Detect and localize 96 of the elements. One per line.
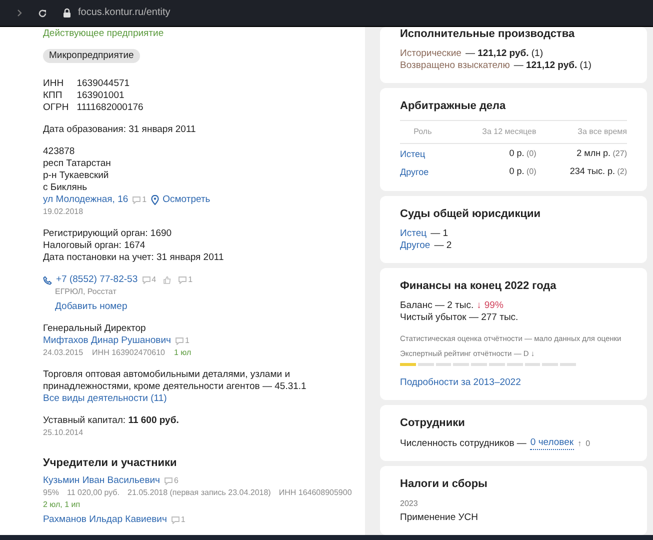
- comment-count: 4: [152, 274, 156, 286]
- employee-count-link[interactable]: 0 человек: [530, 437, 574, 450]
- id-label: ИНН: [43, 78, 65, 90]
- court-count: — 2: [434, 240, 452, 252]
- comment-count: 6: [174, 475, 178, 487]
- finance-line: Чистый убыток — 277 тыс.: [400, 312, 518, 324]
- phone-icon: [43, 276, 52, 284]
- director-inn: ИНН 163902470610: [92, 347, 165, 359]
- founder-name[interactable]: Кузьмин Иван Васильевич: [43, 475, 160, 487]
- column-header: Роль: [400, 120, 446, 144]
- activity-description: Торговля оптовая автомобильными деталями, узлами и принадлежностями, кроме деятельности агентов — 45.31.1: [43, 369, 308, 393]
- related-companies-link[interactable]: 2 юл, 1 ип: [43, 500, 80, 509]
- card-title: Финансы на конец 2022 года: [400, 280, 558, 293]
- id-value: 163901001: [76, 90, 126, 102]
- authorized-capital: Уставный капитал: 11 600 руб.: [43, 415, 180, 427]
- enforcement-value: — 121,12 руб. (1): [465, 48, 543, 60]
- address-line: с Биклянь: [43, 182, 88, 194]
- address-date: 19.02.2018: [43, 206, 84, 218]
- employee-change: 0: [586, 438, 590, 450]
- view-map-link[interactable]: Осмотреть: [150, 194, 210, 206]
- thumb-up-icon: [163, 276, 172, 284]
- add-number-link[interactable]: Добавить номер: [55, 301, 128, 313]
- related-companies-link[interactable]: 1 юл: [174, 347, 192, 359]
- table-cell: 2 млн р.: [576, 148, 611, 158]
- registration-info: Регистрирующий орган: 1690: [43, 228, 173, 240]
- card-title: Арбитражные дела: [400, 100, 507, 113]
- comment-icon: [178, 276, 188, 284]
- dislike-count: 1: [188, 274, 193, 286]
- registration-info: Налоговый орган: 1674: [43, 240, 146, 252]
- founder-detail: 95%: [43, 487, 60, 499]
- all-activities-link[interactable]: Все виды деятельности (11): [43, 393, 167, 404]
- card-title: Сотрудники: [400, 417, 466, 430]
- founder-detail: ИНН 164608905900: [278, 487, 352, 499]
- comment-icon: [142, 276, 151, 284]
- finance-details-link[interactable]: Подробности за 2013–2022: [400, 377, 627, 389]
- comment-icon: [175, 337, 184, 345]
- card-title: Налоги и сборы: [400, 478, 488, 491]
- address-line: р-н Тукаевский: [43, 170, 110, 182]
- case-count: (27): [612, 149, 627, 158]
- arrow-icon: ↓: [476, 300, 482, 312]
- id-value: 1639044571: [76, 78, 131, 90]
- column-header: За 12 месяцев: [445, 120, 536, 144]
- company-status: Действующее предприятие: [43, 28, 165, 40]
- arrow-icon: ↑: [578, 438, 582, 450]
- card-title: Исполнительные производства: [400, 28, 576, 41]
- change-percent: 99%: [484, 300, 504, 312]
- director-name[interactable]: Мифтахов Динар Рушанович: [43, 335, 171, 347]
- comment-count: 1: [180, 514, 186, 526]
- role-link[interactable]: Другое: [400, 166, 429, 176]
- table-cell: 0 р.: [509, 166, 524, 176]
- size-badge: Микропредприятие: [43, 49, 140, 63]
- comment-count: 1: [185, 335, 190, 347]
- phone-link[interactable]: +7 (8552) 77-82-53: [56, 274, 138, 286]
- table-cell: 234 тыс. р.: [570, 166, 615, 176]
- card-title: Суды общей юрисдикции: [400, 208, 542, 221]
- forward-icon[interactable]: [17, 9, 22, 17]
- reload-icon[interactable]: [38, 8, 47, 18]
- registration-info: Дата постановки на учет: 31 января 2011: [43, 252, 225, 264]
- comment-count: 1: [142, 194, 147, 206]
- founder-detail: 21.05.2018 (первая запись 23.04.2018): [128, 487, 271, 499]
- id-label: ОГРН: [43, 102, 69, 114]
- pin-icon: [150, 195, 159, 205]
- founding-date: Дата образования: 31 января 2011: [43, 124, 197, 136]
- id-label: КПП: [43, 90, 64, 102]
- comment-icon: [170, 516, 180, 524]
- case-count: (0): [525, 149, 536, 158]
- column-header: За все время: [536, 120, 627, 144]
- court-count: — 1: [430, 228, 448, 240]
- section-title: Учредители и участники: [43, 457, 178, 470]
- founder-name[interactable]: Рахманов Ильдар Кавиевич: [43, 514, 167, 526]
- court-role-link[interactable]: Другое: [400, 240, 430, 252]
- director-title: Генеральный Директор: [43, 323, 147, 335]
- director-date: 24.03.2015: [43, 347, 84, 359]
- address-bar-url[interactable]: focus.kontur.ru/entity: [78, 7, 170, 19]
- role-link[interactable]: Истец: [400, 148, 426, 158]
- street-link[interactable]: ул Молодежная, 16: [43, 194, 128, 206]
- court-role-link[interactable]: Истец: [400, 228, 427, 240]
- enforcement-value: — 121,12 руб. (1): [514, 60, 592, 72]
- case-count: (2): [616, 167, 627, 176]
- finance-line: Баланс — 2 тыс.: [400, 300, 474, 312]
- lock-icon: [63, 8, 71, 18]
- comment-icon: [132, 196, 142, 204]
- address-line: респ Татарстан: [43, 158, 112, 170]
- phone-source: ЕГРЮЛ, Росстат: [54, 286, 118, 298]
- enforcement-link[interactable]: Возвращено взыскателю: [400, 60, 510, 72]
- tax-year: 2023: [400, 498, 419, 510]
- address-line: 423878: [43, 146, 76, 158]
- employee-label: Численность сотрудников —: [400, 438, 526, 450]
- tax-regime: Применение УСН: [400, 512, 479, 524]
- id-value: 1111682000176: [76, 102, 144, 114]
- case-count: (0): [525, 167, 536, 176]
- founder-detail: 11 020,00 руб.: [67, 487, 120, 499]
- comment-icon: [164, 477, 174, 485]
- table-cell: 0 р.: [509, 148, 524, 158]
- capital-date: 25.10.2014: [43, 427, 84, 439]
- enforcement-link[interactable]: Исторические: [400, 48, 462, 60]
